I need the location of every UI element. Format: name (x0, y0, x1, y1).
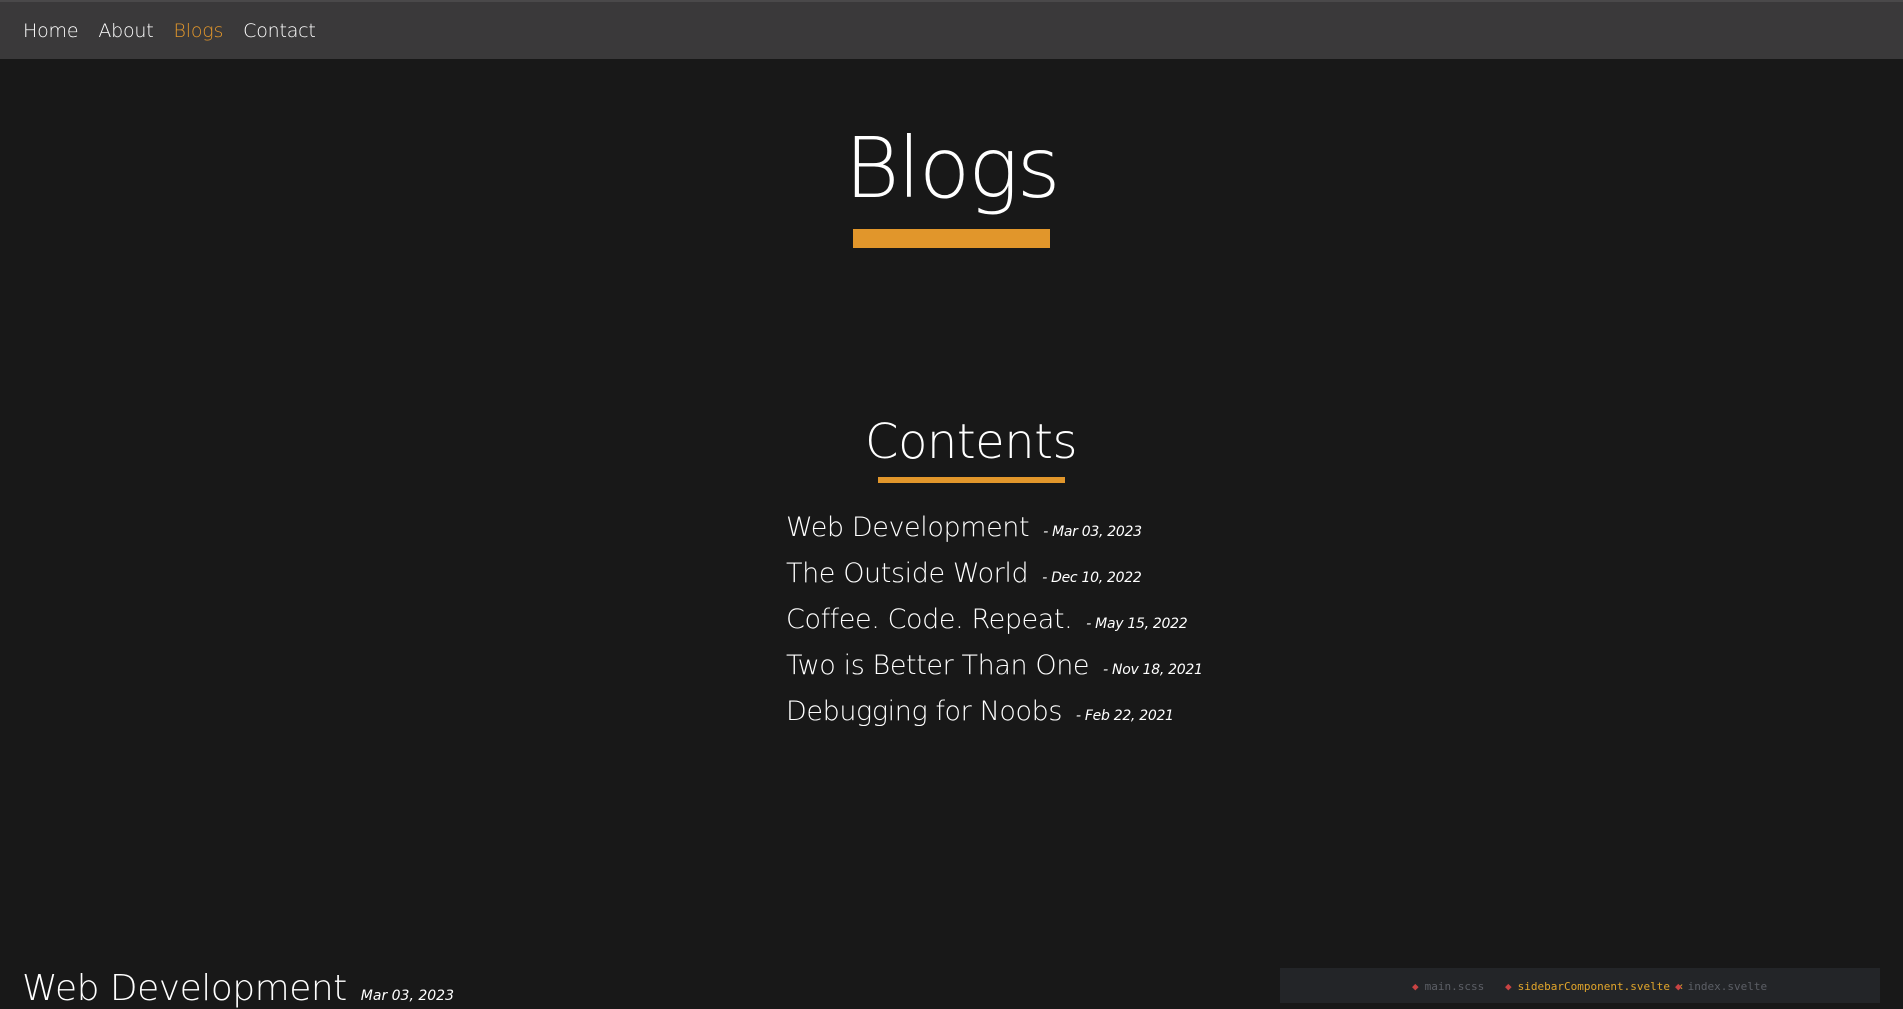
image-tab-label: sidebarComponent.svelte × (1517, 980, 1684, 993)
contents-link-debugging-for-noobs[interactable]: Debugging for Noobs (786, 696, 1062, 727)
contents-list-item: Web Development - Mar 03, 2023 (786, 512, 1203, 558)
image-editor-tab: ◆ sidebarComponent.svelte × (1505, 980, 1683, 993)
contents-link-web-development[interactable]: Web Development (786, 512, 1030, 543)
contents-list-item: The Outside World - Dec 10, 2022 (786, 558, 1203, 604)
file-icon: ◆ (1675, 980, 1682, 993)
contents-date: - May 15, 2022 (1086, 616, 1188, 632)
file-icon: ◆ (1412, 980, 1419, 993)
contents-list-item: Two is Better Than One - Nov 18, 2021 (786, 650, 1203, 696)
page-title-underline (853, 229, 1050, 248)
contents-list-item: Coffee. Code. Repeat. - May 15, 2022 (786, 604, 1203, 650)
contents-link-the-outside-world[interactable]: The Outside World (786, 558, 1029, 589)
contents-link-coffee-code-repeat[interactable]: Coffee. Code. Repeat. (786, 604, 1073, 635)
contents-date: - Feb 22, 2021 (1076, 708, 1174, 724)
nav-link-about[interactable]: About (98, 20, 153, 42)
top-navbar: Home About Blogs Contact (0, 0, 1903, 59)
nav-link-blogs[interactable]: Blogs (174, 20, 224, 42)
contents-list-item: Debugging for Noobs - Feb 22, 2021 (786, 696, 1203, 742)
contents-link-two-is-better-than-one[interactable]: Two is Better Than One (786, 650, 1090, 681)
nav-link-contact[interactable]: Contact (243, 20, 316, 42)
image-editor-tab: ◆ index.svelte (1675, 980, 1767, 993)
nav-link-home[interactable]: Home (23, 20, 79, 42)
contents-list: Web Development - Mar 03, 2023 The Outsi… (786, 512, 1203, 742)
contents-date: - Dec 10, 2022 (1042, 570, 1142, 586)
page-title: Blogs (844, 119, 1061, 217)
contents-date: - Mar 03, 2023 (1043, 524, 1142, 540)
post-date: Mar 03, 2023 (360, 988, 454, 1004)
image-editor-tab: ◆ main.scss (1412, 980, 1484, 993)
post-cover-image: ◆ main.scss ◆ sidebarComponent.svelte × ◆ i… (1280, 968, 1880, 1003)
image-tab-label: main.scss (1424, 980, 1485, 993)
image-tab-label: index.svelte (1687, 980, 1768, 993)
contents-heading-underline (878, 477, 1065, 483)
contents-date: - Nov 18, 2021 (1103, 662, 1203, 678)
file-icon: ◆ (1505, 980, 1512, 993)
contents-heading: Contents (865, 414, 1077, 470)
